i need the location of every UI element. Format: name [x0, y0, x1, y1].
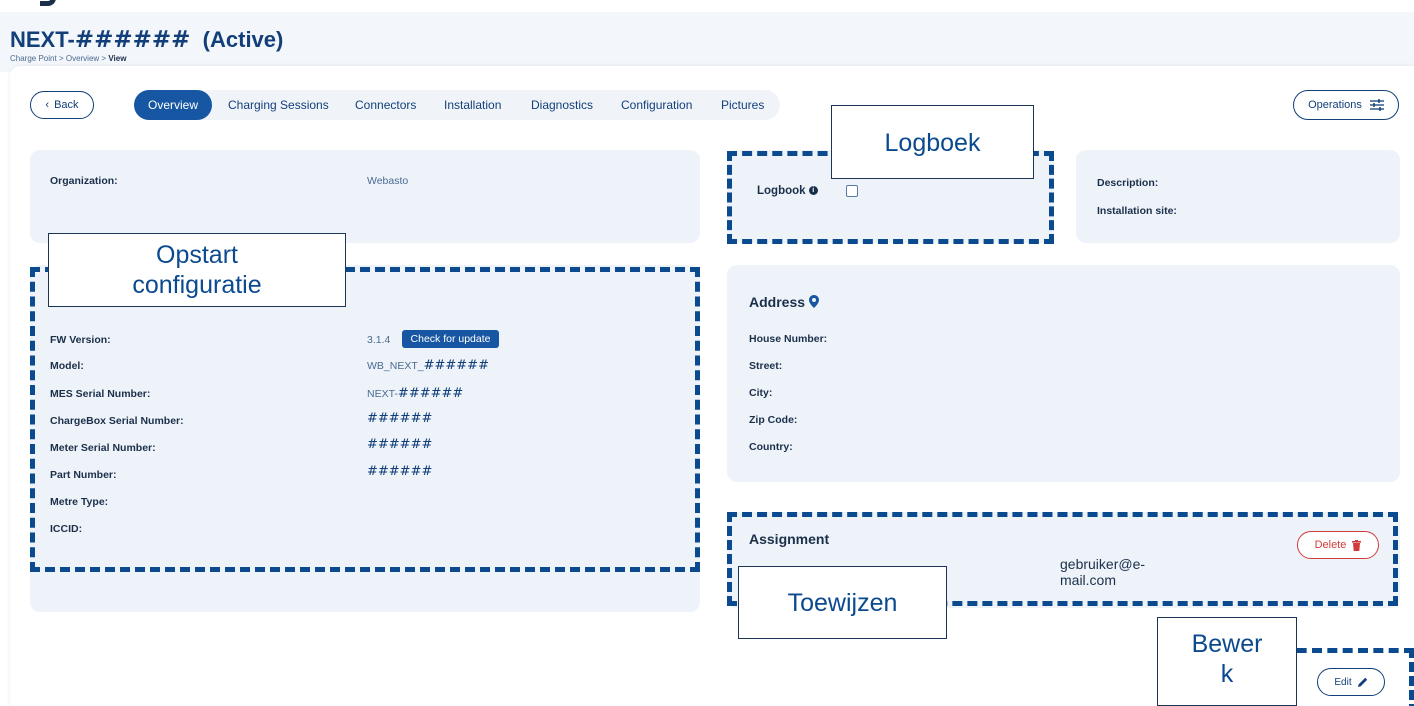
country-label: Country:	[749, 441, 793, 453]
tab-connectors[interactable]: Connectors	[355, 90, 416, 120]
house-number-label: House Number:	[749, 333, 828, 345]
address-title: Address	[749, 294, 819, 310]
title-prefix: NEXT-	[10, 27, 75, 52]
tab-overview[interactable]: Overview	[134, 90, 213, 120]
organization-value: Webasto	[367, 175, 409, 187]
zip-code-label: Zip Code:	[749, 414, 798, 426]
back-button-label: Back	[54, 99, 79, 111]
breadcrumb: Charge Point > Overview > View	[10, 54, 126, 63]
address-title-text: Address	[749, 294, 806, 310]
installation-site-label: Installation site:	[1097, 205, 1177, 217]
cut-glyph-fragment	[40, 0, 56, 6]
tab-diagnostics[interactable]: Diagnostics	[531, 90, 593, 120]
breadcrumb-item-view: View	[108, 54, 127, 63]
tab-configuration[interactable]: Configuration	[621, 90, 692, 120]
top-cut-fragment	[0, 0, 1414, 10]
tab-charging-sessions[interactable]: Charging Sessions	[228, 90, 329, 120]
chevron-left-icon: ‹	[45, 99, 50, 111]
breadcrumb-separator: >	[101, 54, 107, 63]
city-label: City:	[749, 387, 773, 399]
page-title: NEXT-###### (Active)	[10, 26, 283, 53]
sliders-icon	[1369, 99, 1384, 111]
tab-pictures[interactable]: Pictures	[721, 90, 764, 120]
annotation-dash-config	[30, 267, 700, 572]
organization-card	[30, 150, 700, 243]
breadcrumb-item-charge-point[interactable]: Charge Point	[10, 54, 57, 63]
title-status: (Active)	[202, 27, 284, 52]
breadcrumb-item-overview[interactable]: Overview	[66, 54, 99, 63]
description-card	[1076, 150, 1400, 243]
breadcrumb-separator: >	[58, 54, 64, 63]
address-card	[727, 265, 1400, 482]
title-hash: ######	[74, 26, 191, 53]
annotation-callout-bewerk: Bewer k	[1157, 617, 1297, 706]
map-pin-icon	[808, 295, 819, 308]
organization-label: Organization:	[50, 175, 118, 187]
callout-opstart-line-1: Opstart	[156, 241, 238, 269]
operations-button[interactable]: Operations	[1293, 90, 1399, 120]
tab-installation[interactable]: Installation	[444, 90, 501, 120]
operations-button-label: Operations	[1308, 99, 1362, 111]
callout-opstart-line-2: configuratie	[132, 271, 262, 299]
description-label: Description:	[1097, 177, 1159, 189]
street-label: Street:	[749, 360, 783, 372]
annotation-callout-logboek: Logboek	[831, 105, 1034, 179]
callout-bewerk-line-2: k	[1220, 660, 1234, 688]
tab-bar: Overview Charging Sessions Connectors In…	[134, 90, 780, 120]
back-button[interactable]: ‹ Back	[30, 91, 94, 119]
annotation-callout-opstart: Opstart configuratie	[48, 233, 346, 307]
annotation-callout-toewijzen: Toewijzen	[738, 566, 947, 639]
callout-bewerk-line-1: Bewer	[1191, 630, 1263, 658]
